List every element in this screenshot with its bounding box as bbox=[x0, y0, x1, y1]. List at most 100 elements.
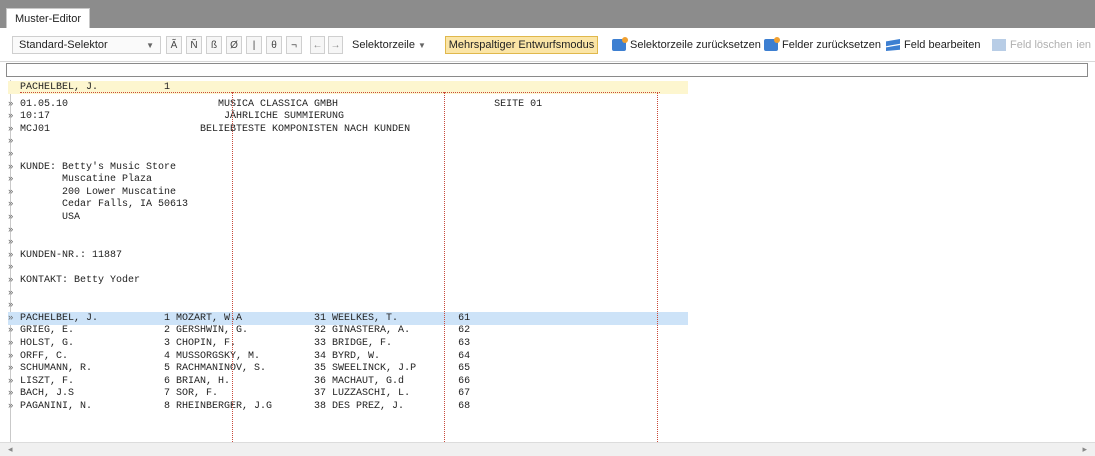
chevron-down-icon: ▼ bbox=[417, 40, 426, 50]
chevron-down-icon: ▼ bbox=[146, 40, 154, 50]
arrow-left-icon[interactable]: ← bbox=[310, 36, 325, 54]
delete-field-icon bbox=[992, 39, 1006, 51]
field-separator-vertical bbox=[657, 92, 658, 442]
char-button-theta[interactable]: θ bbox=[266, 36, 282, 54]
line-marker: » bbox=[8, 212, 14, 222]
line-marker: » bbox=[8, 161, 14, 172]
line-text: USA bbox=[20, 212, 81, 223]
char-button-eszett[interactable]: ß bbox=[206, 36, 222, 54]
line-text: PAGANINI, N. 8 RHEINBERGER, J.G 38 DES P… bbox=[20, 401, 471, 412]
line-text: PACHELBEL, J. 1 MOZART, W.A 31 WEELKES, … bbox=[20, 312, 471, 324]
reset-fields-button[interactable]: Felder zurücksetzen bbox=[764, 36, 881, 54]
line-text: 01.05.10 MUSICA CLASSICA GMBH SEITE 01 bbox=[20, 98, 543, 110]
line-text: Muscatine Plaza bbox=[20, 174, 153, 186]
line-marker: » bbox=[8, 199, 14, 210]
arrow-right-icon[interactable]: → bbox=[328, 36, 343, 54]
edit-field-label: Feld bearbeiten bbox=[904, 39, 981, 51]
line-text: LISZT, F. 6 BRIAN, H. 36 MACHAUT, G.d 66 bbox=[20, 375, 471, 387]
line-marker: » bbox=[8, 149, 14, 159]
editor-line[interactable]: » LISZT, F. 6 BRIAN, H. 36 MACHAUT, G.d 6… bbox=[8, 375, 688, 388]
editor-line[interactable]: » bbox=[8, 135, 688, 148]
line-marker: » bbox=[8, 287, 14, 298]
line-marker: » bbox=[8, 350, 14, 361]
line-marker: » bbox=[8, 174, 14, 185]
editor-line[interactable]: » ORFF, C. 4 MUSSORGSKY, M. 34 BYRD, W. 6… bbox=[8, 350, 688, 363]
line-marker: » bbox=[8, 123, 14, 134]
edit-field-icon bbox=[886, 39, 900, 51]
multi-column-design-toggle[interactable]: Mehrspaltiger Entwurfsmodus bbox=[445, 36, 598, 54]
editor-line[interactable]: » PAGANINI, N. 8 RHEINBERGER, J.G 38 DES … bbox=[8, 400, 688, 413]
line-marker: » bbox=[8, 312, 14, 323]
reset-fields-label: Felder zurücksetzen bbox=[782, 39, 882, 51]
line-marker: » bbox=[8, 224, 14, 235]
editor-line[interactable]: » KONTAKT: Betty Yoder bbox=[8, 274, 688, 287]
line-text: HOLST, G. 3 CHOPIN, F. 33 BRIDGE, F. 63 bbox=[20, 338, 471, 349]
editor-line[interactable]: » GRIEG, E. 2 GERSHWIN, G. 32 GINASTERA, … bbox=[8, 324, 688, 337]
reset-selector-row-button[interactable]: Selektorzeile zurücksetzen bbox=[612, 36, 761, 54]
editor-line[interactable]: » Cedar Falls, IA 50613 bbox=[8, 198, 688, 211]
editor-line[interactable]: » 200 Lower Muscatine bbox=[8, 186, 688, 199]
editor-line[interactable]: » bbox=[8, 261, 688, 274]
pattern-editor-area[interactable]: PACHELBEL, J. 1» 01.05.10 MUSICA CLASSICA… bbox=[0, 62, 1095, 442]
line-text: MCJ01 BELIEBTESTE KOMPONISTEN NACH KUNDE… bbox=[20, 123, 411, 135]
line-marker: » bbox=[8, 98, 14, 109]
line-text: ORFF, C. 4 MUSSORGSKY, M. 34 BYRD, W. 64 bbox=[20, 350, 471, 362]
line-text: KUNDE: Betty's Music Store bbox=[20, 161, 177, 173]
editor-line[interactable]: » SCHUMANN, R. 5 RACHMANINOV, S. 35 SWEEL… bbox=[8, 362, 688, 375]
delete-field-label: Feld löschen bbox=[1010, 39, 1073, 51]
line-text: KUNDEN-NR.: 11887 bbox=[20, 249, 123, 261]
delete-field-label-tail: ien bbox=[1076, 39, 1092, 51]
char-button-not[interactable]: ¬ bbox=[286, 36, 302, 54]
editor-line[interactable]: » MCJ01 BELIEBTESTE KOMPONISTEN NACH KUND… bbox=[8, 123, 688, 136]
line-text: 10:17 JÄHRLICHE SUMMIERUNG bbox=[20, 111, 345, 123]
editor-line[interactable]: » 10:17 JÄHRLICHE SUMMIERUNG bbox=[8, 110, 688, 123]
line-marker: » bbox=[8, 375, 14, 386]
line-marker: » bbox=[8, 401, 14, 411]
editor-line[interactable]: » bbox=[8, 287, 688, 300]
toolbar: Standard-Selektor ▼ Ã Ñ ß Ø | θ ¬ ← → Se… bbox=[0, 28, 1095, 62]
editor-line[interactable]: » PACHELBEL, J. 1 MOZART, W.A 31 WEELKES,… bbox=[8, 311, 688, 325]
tab-muster-editor[interactable]: Muster-Editor bbox=[6, 8, 91, 29]
editor-line[interactable]: » USA bbox=[8, 211, 688, 224]
editor-input-line[interactable] bbox=[6, 63, 1088, 77]
selector-row-dropdown[interactable]: Selektorzeile ▼ bbox=[352, 36, 426, 54]
editor-line[interactable]: » Muscatine Plaza bbox=[8, 173, 688, 186]
line-marker: » bbox=[8, 111, 14, 122]
editor-line[interactable]: » 01.05.10 MUSICA CLASSICA GMBH SEITE 01 bbox=[8, 98, 688, 111]
line-marker: » bbox=[8, 338, 14, 348]
reset-selector-row-label: Selektorzeile zurücksetzen bbox=[630, 39, 761, 51]
char-button-pipe[interactable]: | bbox=[246, 36, 262, 54]
line-text: GRIEG, E. 2 GERSHWIN, G. 32 GINASTERA, A… bbox=[20, 325, 471, 337]
editor-line[interactable]: » bbox=[8, 148, 688, 161]
line-marker: » bbox=[8, 136, 14, 147]
title-bar: Muster-Editor bbox=[0, 0, 1095, 29]
field-separator-horizontal bbox=[20, 92, 660, 93]
line-text: 200 Lower Muscatine bbox=[20, 186, 177, 198]
delete-field-button[interactable]: Feld löschen ien bbox=[992, 36, 1091, 54]
edit-field-button[interactable]: Feld bearbeiten bbox=[886, 36, 980, 54]
editor-line[interactable]: » bbox=[8, 299, 688, 312]
line-marker: » bbox=[8, 300, 14, 311]
editor-line[interactable]: » bbox=[8, 236, 688, 249]
scroll-right-icon[interactable]: ▸ bbox=[1082, 444, 1087, 455]
editor-line[interactable]: » HOLST, G. 3 CHOPIN, F. 33 BRIDGE, F. 63 bbox=[8, 337, 688, 350]
char-button-a-tilde[interactable]: Ã bbox=[166, 36, 182, 54]
line-text: KONTAKT: Betty Yoder bbox=[20, 275, 141, 286]
char-button-o-slash[interactable]: Ø bbox=[226, 36, 242, 54]
line-text: Cedar Falls, IA 50613 bbox=[20, 199, 189, 211]
line-marker: » bbox=[8, 186, 14, 197]
editor-line[interactable]: » KUNDEN-NR.: 11887 bbox=[8, 249, 688, 262]
scroll-left-icon[interactable]: ◂ bbox=[8, 444, 13, 455]
char-button-n-tilde[interactable]: Ñ bbox=[186, 36, 202, 54]
line-marker: » bbox=[8, 363, 14, 374]
reset-icon bbox=[764, 37, 780, 51]
line-marker: » bbox=[8, 325, 14, 336]
selector-row-label: Selektorzeile bbox=[352, 39, 415, 51]
editor-line[interactable]: » KUNDE: Betty's Music Store bbox=[8, 161, 688, 174]
editor-line[interactable]: » BACH, J.S 7 SOR, F. 37 LUZZASCHI, L. 67 bbox=[8, 387, 688, 400]
editor-line[interactable]: » bbox=[8, 224, 688, 237]
line-text: SCHUMANN, R. 5 RACHMANINOV, S. 35 SWEELI… bbox=[20, 363, 471, 375]
line-marker: » bbox=[8, 249, 14, 260]
selector-dropdown[interactable]: Standard-Selektor ▼ bbox=[12, 36, 161, 54]
horizontal-scrollbar[interactable]: ◂ ▸ bbox=[0, 442, 1095, 456]
